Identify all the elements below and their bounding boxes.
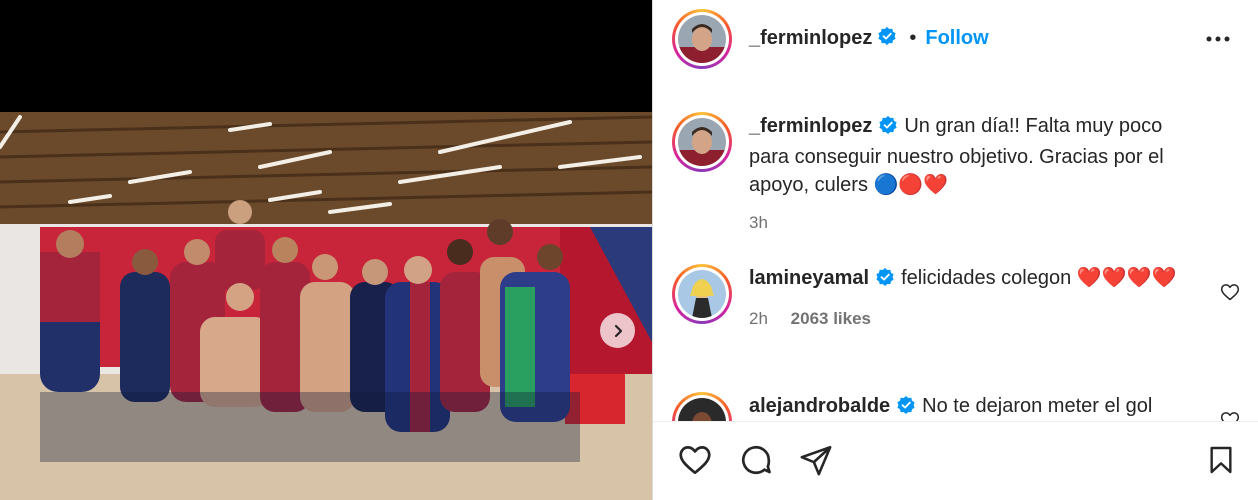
comment-text: No te dejaron meter el gol [922,395,1153,417]
commenter-avatar[interactable] [672,392,732,422]
next-photo-button[interactable] [600,313,635,348]
comment-item: lamineyamal felicidades colegon ❤️❤️❤️❤️ … [672,264,1242,333]
verified-badge-icon [896,395,916,422]
comment-icon [741,445,771,475]
heart-icon[interactable] [1220,282,1242,304]
post-action-bar [653,440,1258,484]
like-button[interactable] [675,440,715,480]
comment-username[interactable]: lamineyamal [749,267,869,289]
avatar-image [678,14,726,63]
post-photo[interactable] [0,112,652,500]
avatar-image [678,270,726,318]
caption-timestamp[interactable]: 3h [749,213,768,232]
caption-username[interactable]: _ferminlopez [749,115,872,137]
avatar-image [678,398,726,422]
chevron-right-icon [614,324,622,337]
comment-text: felicidades colegon ❤️❤️❤️❤️ [901,267,1177,289]
post-header: _ferminlopez • Follow [653,0,1258,77]
verified-badge-icon [877,26,897,51]
author-username[interactable]: _ferminlopez [749,27,872,50]
bookmark-icon [1210,446,1232,474]
verified-badge-icon [875,267,895,295]
heart-icon [679,446,711,475]
share-icon [800,445,832,476]
team-celebration-image [0,112,652,500]
post-caption: _ferminlopez Un gran día!! Falta muy poco… [672,112,1242,237]
commenter-avatar[interactable] [672,264,732,324]
caption-author-avatar[interactable] [672,112,732,172]
comment-timestamp[interactable]: 2h [749,309,768,328]
post-media-pane [0,0,652,500]
comment-item: alejandrobalde No te dejaron meter el gol [672,392,1242,422]
post-side-panel: _ferminlopez • Follow _ferminlopez Un gr… [652,0,1258,500]
save-button[interactable] [1201,440,1241,480]
comment-username[interactable]: alejandrobalde [749,395,890,417]
comment-likes-count[interactable]: 2063 likes [791,309,871,328]
avatar-image [678,118,726,166]
divider [653,421,1258,422]
share-button[interactable] [796,440,836,480]
comments-list[interactable]: _ferminlopez Un gran día!! Falta muy poco… [653,112,1258,422]
verified-badge-icon [878,115,898,143]
author-avatar[interactable] [672,8,732,69]
comment-button[interactable] [736,440,776,480]
separator-dot: • [909,27,917,49]
more-options-icon[interactable] [1205,26,1231,52]
follow-button[interactable]: Follow [925,27,988,50]
